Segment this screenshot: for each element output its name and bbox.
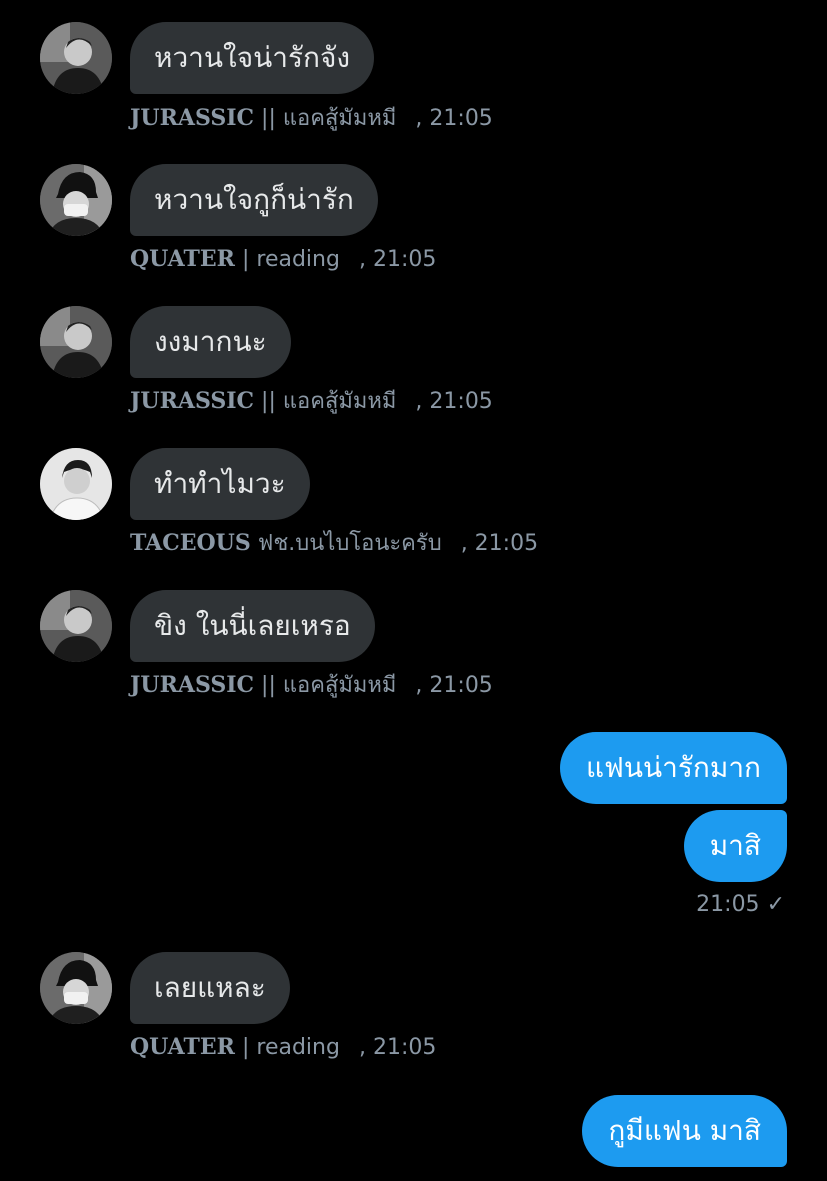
read-check-icon: ✓ — [766, 892, 785, 917]
sender-name: TACEOUS — [130, 530, 251, 556]
name-separator: | — [241, 1035, 250, 1060]
sender-status: แอคสู้มัมหมี — [282, 106, 397, 131]
message-meta: JURASSIC || แอคสู้มัมหมี , 21:05 — [130, 103, 493, 133]
message-meta: JURASSIC || แอคสู้มัมหมี , 21:05 — [130, 670, 493, 700]
name-separator: | — [241, 247, 250, 272]
sender-status: แอคสู้มัมหมี — [282, 673, 397, 698]
outgoing-message-bubble[interactable]: แฟนน่ารักมาก — [560, 732, 787, 804]
sender-name: JURASSIC — [130, 672, 255, 698]
message-time: 21:05 — [696, 892, 760, 917]
sender-status: reading — [256, 247, 340, 272]
avatar-jurassic-icon[interactable] — [40, 306, 112, 378]
avatar-taceous-icon[interactable] — [40, 448, 112, 520]
name-separator: || — [261, 673, 276, 698]
message-bubble[interactable]: เลยแหละ — [130, 952, 290, 1024]
message-bubble[interactable]: งงมากนะ — [130, 306, 291, 378]
name-separator: || — [261, 389, 276, 414]
message-time: , 21:05 — [415, 673, 493, 698]
message-meta: QUATER | reading , 21:05 — [130, 1032, 436, 1062]
name-separator: || — [261, 106, 276, 131]
outgoing-message-bubble[interactable]: มาสิ — [683, 810, 787, 882]
outgoing-message-bubble[interactable]: กูมีแฟน มาสิ — [582, 1095, 787, 1167]
outgoing-message-meta: 21:05 ✓ — [696, 890, 785, 920]
sender-status: reading — [256, 1035, 340, 1060]
message-meta: JURASSIC || แอคสู้มัมหมี , 21:05 — [130, 386, 493, 416]
message-time: , 21:05 — [415, 106, 493, 131]
message-time: , 21:05 — [358, 247, 437, 272]
avatar-quater-icon[interactable] — [40, 952, 112, 1024]
message-time: , 21:05 — [415, 389, 493, 414]
sender-name: JURASSIC — [130, 388, 255, 414]
message-meta: TACEOUS ฟช.บนไบโอนะครับ , 21:05 — [130, 528, 538, 558]
message-bubble[interactable]: หวานใจกูก็น่ารัก — [130, 164, 378, 236]
avatar-jurassic-icon[interactable] — [40, 22, 112, 94]
avatar-quater-icon[interactable] — [40, 164, 112, 236]
sender-status: ฟช.บนไบโอนะครับ — [257, 531, 442, 556]
sender-name: JURASSIC — [130, 105, 255, 131]
message-meta: QUATER | reading , 21:05 — [130, 244, 436, 274]
message-time: , 21:05 — [460, 531, 539, 556]
message-bubble[interactable]: หวานใจน่ารักจัง — [130, 22, 375, 94]
sender-status: แอคสู้มัมหมี — [282, 389, 397, 414]
sender-name: QUATER — [130, 246, 235, 272]
sender-name: QUATER — [130, 1034, 235, 1060]
message-bubble[interactable]: ทำทำไมวะ — [130, 448, 310, 520]
message-bubble[interactable]: ขิง ในนี่เลยเหรอ — [130, 590, 375, 662]
avatar-jurassic-icon[interactable] — [40, 590, 112, 662]
message-time: , 21:05 — [358, 1035, 437, 1060]
